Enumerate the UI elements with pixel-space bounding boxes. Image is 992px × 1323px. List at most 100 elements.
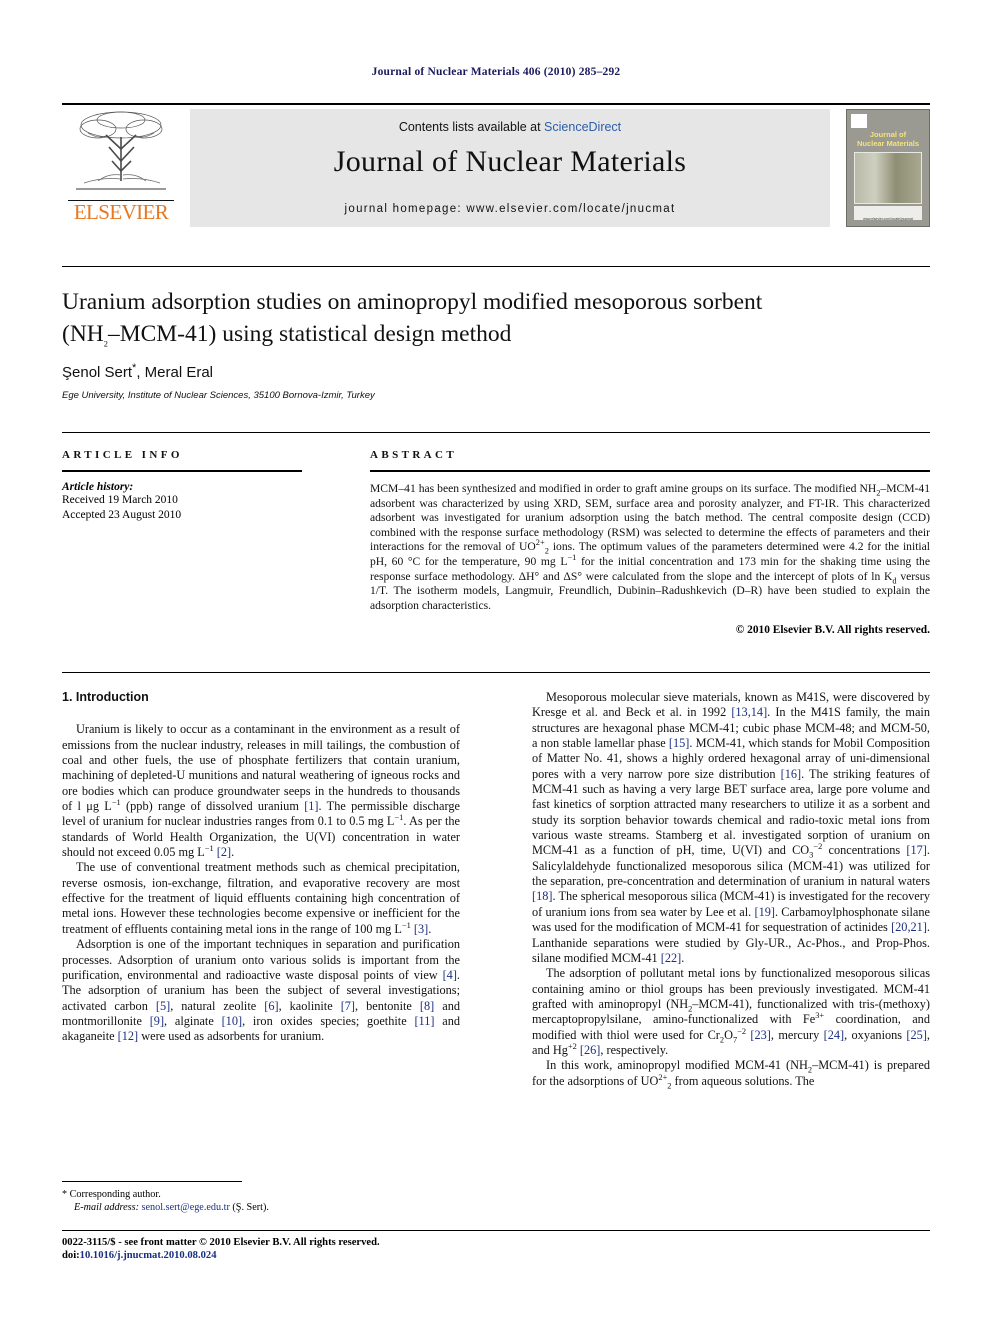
journal-homepage-link[interactable]: journal homepage: www.elsevier.com/locat… bbox=[190, 203, 830, 215]
cover-micrograph-image bbox=[854, 152, 922, 204]
citation-ref-24[interactable]: [24] bbox=[824, 1028, 845, 1042]
left-p3-seg-7: , alginate bbox=[164, 1013, 222, 1028]
left-p3-seg-10: were used as adsorbents for uranium. bbox=[138, 1029, 325, 1044]
paragraph-right-2: The adsorption of pollutant metal ions b… bbox=[532, 966, 930, 1058]
left-p3-seg-1: Adsorption is one of the important techn… bbox=[62, 937, 460, 982]
journal-masthead: ELSEVIER Contents lists available at Sci… bbox=[62, 103, 930, 227]
paragraph-left-1: Uranium is likely to occur as a contamin… bbox=[62, 722, 460, 860]
citation-ref-12[interactable]: [12] bbox=[118, 1029, 139, 1043]
elsevier-tree-icon bbox=[68, 109, 174, 195]
citation-ref-16[interactable]: [16] bbox=[781, 767, 802, 781]
contents-available-line: Contents lists available at ScienceDirec… bbox=[190, 120, 830, 134]
doi-line: doi:10.1016/j.jnucmat.2010.08.024 bbox=[62, 1249, 502, 1262]
footnote-block: * Corresponding author. E-mail address: … bbox=[62, 1188, 460, 1214]
elsevier-wordmark: ELSEVIER bbox=[73, 200, 169, 224]
left-p2-sup-1: −1 bbox=[401, 920, 411, 930]
email-link[interactable]: senol.sert@ege.edu.tr bbox=[142, 1202, 230, 1213]
section-heading-introduction: 1. Introduction bbox=[62, 690, 149, 704]
right-p1-seg-10: . bbox=[681, 950, 685, 965]
right-p3-sup-1: 2+ bbox=[658, 1072, 668, 1082]
paper-page: Journal of Nuclear Materials 406 (2010) … bbox=[0, 0, 992, 1323]
title-line-2-pre: (NH bbox=[62, 321, 104, 347]
abstract-sup-2: −1 bbox=[567, 553, 577, 563]
abstract-seg-1: MCM–41 has been synthesized and modified… bbox=[370, 482, 877, 495]
doi-link[interactable]: 10.1016/j.jnucmat.2010.08.024 bbox=[80, 1250, 217, 1261]
citation-ref-1[interactable]: [1] bbox=[304, 799, 318, 813]
left-p1-sup-3: −1 bbox=[204, 844, 214, 853]
citation-ref-7[interactable]: [7] bbox=[341, 999, 355, 1013]
sciencedirect-link[interactable]: ScienceDirect bbox=[544, 120, 621, 134]
citation-ref-10[interactable]: [10] bbox=[222, 1014, 243, 1028]
right-p2-sup-3: +2 bbox=[567, 1041, 577, 1051]
paragraph-left-2: The use of conventional treatment method… bbox=[62, 860, 460, 937]
left-p1-sup-2: −1 bbox=[394, 813, 404, 823]
right-p3-seg-1: In this work, aminopropyl modified MCM-4… bbox=[546, 1058, 808, 1073]
citation-ref-22[interactable]: [22] bbox=[661, 951, 682, 965]
right-p2-seg-4: O bbox=[724, 1027, 733, 1042]
author-second: , Meral Eral bbox=[136, 364, 214, 381]
right-p1-sup-1: −2 bbox=[813, 842, 823, 852]
citation-ref-23[interactable]: [23] bbox=[750, 1028, 771, 1042]
sciencedirect-banner: Contents lists available at ScienceDirec… bbox=[190, 109, 830, 227]
right-p1-seg-5: concentrations bbox=[822, 843, 907, 858]
right-p2-sup-2: −2 bbox=[737, 1026, 747, 1036]
footnote-corresponding-author: * Corresponding author. bbox=[62, 1188, 460, 1201]
left-p1-sup-1: −1 bbox=[111, 797, 121, 807]
left-p3-seg-3: , natural zeolite bbox=[170, 998, 265, 1013]
left-p3-seg-5: , bentonite bbox=[355, 998, 420, 1013]
author-list: Şenol Sert*, Meral Eral bbox=[62, 362, 892, 381]
citation-ref-26[interactable]: [26] bbox=[580, 1043, 601, 1057]
citation-ref-15[interactable]: [15] bbox=[669, 736, 690, 750]
article-history-label: Article history: bbox=[62, 481, 134, 493]
footnote-corresponding-text: Corresponding author. bbox=[69, 1189, 161, 1200]
citation-ref-17[interactable]: [17] bbox=[906, 843, 927, 857]
abstract-text: MCM–41 has been synthesized and modified… bbox=[370, 482, 930, 613]
article-accepted-date: Accepted 23 August 2010 bbox=[62, 508, 182, 521]
citation-ref-25[interactable]: [25] bbox=[906, 1028, 927, 1042]
citation-ref-19[interactable]: [19] bbox=[754, 905, 775, 919]
running-head: Journal of Nuclear Materials 406 (2010) … bbox=[371, 66, 621, 78]
right-p3-seg-3: from aqueous solutions. The bbox=[671, 1073, 815, 1088]
citation-ref-13[interactable]: [13,14] bbox=[731, 705, 767, 719]
citation-ref-5[interactable]: [5] bbox=[156, 999, 170, 1013]
title-top-rule bbox=[62, 266, 930, 267]
journal-cover-thumbnail: Journal of Nuclear Materials www.elsevier… bbox=[846, 109, 930, 227]
abstract-sup-1: 2+ bbox=[535, 538, 545, 548]
right-p2-seg-10: , respectively. bbox=[600, 1042, 669, 1057]
elsevier-logo: ELSEVIER bbox=[62, 109, 180, 227]
citation-ref-11[interactable]: [11] bbox=[414, 1014, 434, 1028]
cover-journal-title: Journal of Nuclear Materials bbox=[856, 130, 920, 148]
abstract-column: ABSTRACT MCM–41 has been synthesized and… bbox=[370, 449, 930, 636]
page-title: Uranium adsorption studies on aminopropy… bbox=[62, 286, 892, 350]
left-p2-seg-1: The use of conventional treatment method… bbox=[62, 860, 460, 936]
journal-cover-inner: Journal of Nuclear Materials www.elsevier… bbox=[851, 114, 925, 222]
cover-footnote: www.elsevier.com/locate/jnucmat bbox=[863, 217, 913, 221]
article-info-heading: ARTICLE INFO bbox=[62, 449, 183, 461]
author-first: Şenol Sert bbox=[62, 364, 133, 381]
masthead-top-rule bbox=[62, 103, 930, 105]
citation-ref-9[interactable]: [9] bbox=[150, 1014, 164, 1028]
body-column-right: Mesoporous molecular sieve materials, kn… bbox=[532, 690, 930, 1090]
abstract-heading: ABSTRACT bbox=[370, 449, 458, 461]
citation-ref-3[interactable]: [3] bbox=[414, 922, 428, 936]
citation-ref-20[interactable]: [20,21] bbox=[891, 920, 927, 934]
paragraph-right-3: In this work, aminopropyl modified MCM-4… bbox=[532, 1058, 930, 1089]
right-p2-seg-6: , mercury bbox=[770, 1027, 824, 1042]
right-p2-sup-1: 3+ bbox=[815, 1011, 825, 1021]
citation-ref-8[interactable]: [8] bbox=[420, 999, 434, 1013]
article-info-underline bbox=[62, 470, 302, 472]
left-p3-seg-4: , kaolinite bbox=[278, 998, 341, 1013]
issn-line: 0022-3115/$ - see front matter © 2010 El… bbox=[62, 1237, 380, 1248]
citation-ref-6[interactable]: [6] bbox=[264, 999, 278, 1013]
left-p1-seg-6: . bbox=[231, 845, 235, 860]
cover-elsevier-icon bbox=[851, 114, 867, 128]
right-p2-seg-7: , oxyanions bbox=[844, 1027, 907, 1042]
left-p1-seg-2: (ppb) range of dissolved uranium bbox=[120, 799, 305, 814]
abstract-copyright: © 2010 Elsevier B.V. All rights reserved… bbox=[735, 624, 930, 637]
citation-ref-2[interactable]: [2] bbox=[217, 845, 231, 859]
citation-ref-4[interactable]: [4] bbox=[443, 968, 457, 982]
footnote-rule bbox=[62, 1181, 242, 1182]
title-line-1: Uranium adsorption studies on aminopropy… bbox=[62, 289, 763, 315]
citation-ref-18[interactable]: [18] bbox=[532, 889, 553, 903]
info-bottom-rule bbox=[62, 672, 930, 673]
